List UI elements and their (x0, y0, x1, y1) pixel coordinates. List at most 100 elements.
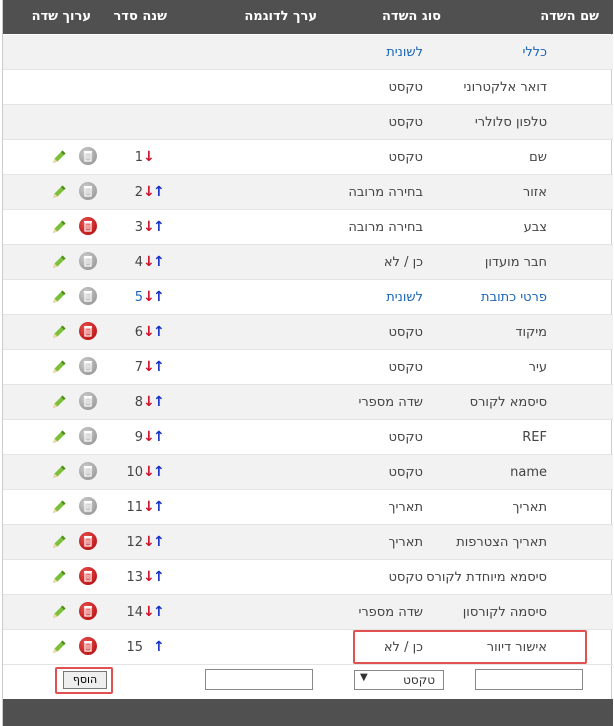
sort-order-number: 3 (134, 220, 143, 235)
sort-order-number: 5 (134, 290, 143, 305)
sort-order-number: 12 (126, 535, 143, 550)
arrow-up-icon[interactable]: ↑ (153, 429, 165, 445)
arrow-up-icon[interactable]: ↑ (153, 499, 165, 515)
trash-icon[interactable] (79, 602, 97, 620)
table-row: תאריך תאריך 11 ↓ ↑ (3, 490, 613, 525)
order-arrows: ↓ ↑ (143, 569, 167, 585)
order-arrows: ↓ ↑ (143, 464, 167, 480)
trash-icon[interactable] (79, 287, 97, 305)
arrow-up-icon[interactable]: ↑ (153, 219, 165, 235)
sort-order-number: 10 (126, 465, 143, 480)
order-arrows: ↓ ↑ (143, 254, 167, 270)
arrow-down-icon[interactable]: ↓ (143, 149, 155, 165)
table-row: דואר אלקטרוני טקסט (3, 70, 613, 105)
header-field-name: שם השדה (540, 9, 599, 24)
field-name: REF (522, 430, 547, 445)
field-type[interactable]: לשונית (386, 290, 423, 305)
trash-icon[interactable] (79, 462, 97, 480)
table-row: סיסמא לקורס שדה מספרי 8 ↓ ↑ (3, 385, 613, 420)
field-type: בחירה מרובה (348, 220, 423, 235)
sort-order-number: 13 (126, 570, 143, 585)
field-type: כן / לא (383, 255, 423, 270)
arrow-up-icon[interactable]: ↑ (153, 324, 165, 340)
table-row: חבר מועדון כן / לא 4 ↓ ↑ (3, 245, 613, 280)
order-arrows: ↓ ↑ (143, 429, 167, 445)
pencil-icon[interactable] (50, 568, 68, 586)
pencil-icon[interactable] (50, 323, 68, 341)
field-name: אזור (522, 185, 547, 200)
sort-order-number: 15 (126, 640, 143, 655)
chevron-down-icon: ▼ (360, 672, 368, 683)
field-name: טלפון סלולרי (474, 115, 547, 130)
trash-icon[interactable] (79, 217, 97, 235)
trash-icon[interactable] (79, 392, 97, 410)
trash-icon[interactable] (79, 427, 97, 445)
trash-icon[interactable] (79, 322, 97, 340)
arrow-up-icon[interactable]: ↑ (153, 639, 165, 655)
header-edit-field: ערוך שדה (31, 9, 91, 24)
trash-icon[interactable] (79, 182, 97, 200)
arrow-up-icon[interactable]: ↑ (153, 359, 165, 375)
order-arrows: ↓ ↑ (143, 324, 167, 340)
table-row: תאריך הצטרפות תאריך 12 ↓ ↑ (3, 525, 613, 560)
arrow-up-icon[interactable]: ↑ (153, 464, 165, 480)
pencil-icon[interactable] (50, 218, 68, 236)
order-arrows: ↓ ↑ (143, 604, 167, 620)
arrow-up-icon[interactable]: ↑ (153, 534, 165, 550)
pencil-icon[interactable] (50, 253, 68, 271)
arrow-up-icon[interactable]: ↑ (153, 184, 165, 200)
field-type: שדה מספרי (358, 395, 423, 410)
sort-order-number: 4 (134, 255, 143, 270)
pencil-icon[interactable] (50, 358, 68, 376)
field-type: תאריך (388, 500, 423, 515)
new-field-type-select[interactable]: טקסט ▼ (354, 670, 444, 690)
field-name: name (510, 465, 547, 480)
header-example-value: ערך לדוגמה (244, 9, 317, 24)
table-row: סיסמה לקורסון שדה מספרי 14 ↓ ↑ (3, 595, 613, 630)
trash-icon[interactable] (79, 532, 97, 550)
field-type: טקסט (388, 115, 423, 130)
table-row: עיר טקסט 7 ↓ ↑ (3, 350, 613, 385)
pencil-icon[interactable] (50, 533, 68, 551)
field-name[interactable]: פרטי כתובת (481, 290, 547, 305)
pencil-icon[interactable] (50, 603, 68, 621)
highlight-box-row (353, 630, 587, 664)
pencil-icon[interactable] (50, 428, 68, 446)
order-arrows: ↓ ↑ (143, 534, 167, 550)
trash-icon[interactable] (79, 567, 97, 585)
field-name: סיסמא מיוחדת לקורס (426, 570, 547, 585)
trash-icon[interactable] (79, 357, 97, 375)
arrow-up-icon[interactable]: ↑ (153, 289, 165, 305)
field-name: דואר אלקטרוני (463, 80, 547, 95)
table-header: שם השדה סוג השדה ערך לדוגמה שנה סדר ערוך… (3, 0, 613, 34)
field-type: טקסט (388, 80, 423, 95)
arrow-up-icon[interactable]: ↑ (153, 394, 165, 410)
add-field-row: טקסט ▼ הוסף (3, 663, 613, 699)
sort-order-number: 7 (134, 360, 143, 375)
table-row: name טקסט 10 ↓ ↑ (3, 455, 613, 490)
pencil-icon[interactable] (50, 148, 68, 166)
field-type: תאריך (388, 535, 423, 550)
fields-table: שם השדה סוג השדה ערך לדוגמה שנה סדר ערוך… (2, 0, 613, 726)
trash-icon[interactable] (79, 147, 97, 165)
pencil-icon[interactable] (50, 638, 68, 656)
field-type[interactable]: לשונית (386, 45, 423, 60)
pencil-icon[interactable] (50, 183, 68, 201)
pencil-icon[interactable] (50, 498, 68, 516)
sort-order-number: 14 (126, 605, 143, 620)
trash-icon[interactable] (79, 637, 97, 655)
table-row: פרטי כתובת לשונית 5 ↓ ↑ (3, 280, 613, 315)
pencil-icon[interactable] (50, 393, 68, 411)
arrow-up-icon[interactable]: ↑ (153, 604, 165, 620)
field-name[interactable]: כללי (522, 45, 547, 60)
pencil-icon[interactable] (50, 288, 68, 306)
pencil-icon[interactable] (50, 463, 68, 481)
table-row: צבע בחירה מרובה 3 ↓ ↑ (3, 210, 613, 245)
trash-icon[interactable] (79, 252, 97, 270)
arrow-up-icon[interactable]: ↑ (153, 569, 165, 585)
arrow-up-icon[interactable]: ↑ (153, 254, 165, 270)
new-field-name-input[interactable] (475, 669, 583, 690)
trash-icon[interactable] (79, 497, 97, 515)
new-field-example-input[interactable] (205, 669, 313, 690)
field-type: טקסט (388, 150, 423, 165)
